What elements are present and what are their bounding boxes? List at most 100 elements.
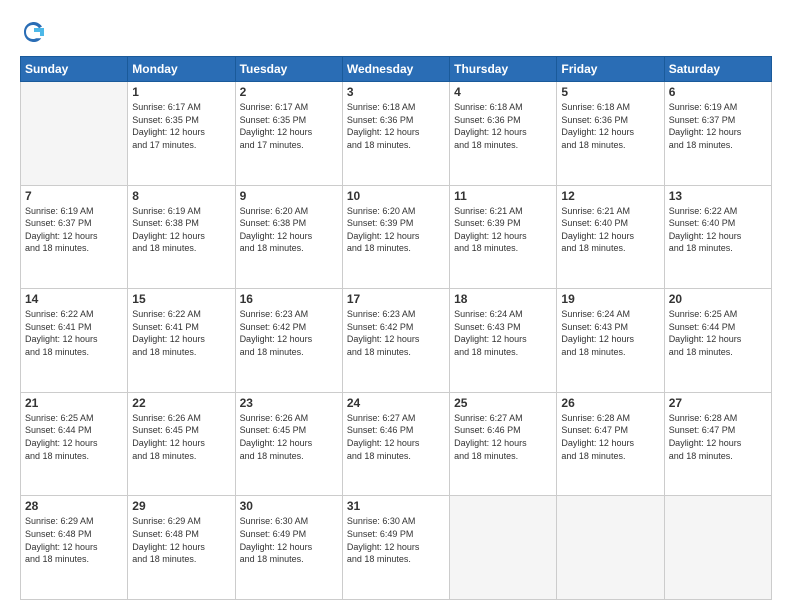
day-number: 25: [454, 396, 552, 410]
calendar-day-cell: 9Sunrise: 6:20 AM Sunset: 6:38 PM Daylig…: [235, 185, 342, 289]
day-info: Sunrise: 6:17 AM Sunset: 6:35 PM Dayligh…: [132, 101, 230, 151]
day-info: Sunrise: 6:19 AM Sunset: 6:38 PM Dayligh…: [132, 205, 230, 255]
calendar-day-cell: [557, 496, 664, 600]
calendar-day-cell: 22 Sunrise: 6:26 AM Sunset: 6:45 PM Dayli…: [128, 392, 235, 496]
calendar-day-cell: 24 Sunrise: 6:27 AM Sunset: 6:46 PM Dayli…: [342, 392, 449, 496]
day-info: Sunrise: 6:20 AM Sunset: 6:38 PM Dayligh…: [240, 205, 338, 255]
calendar-day-cell: 5 Sunrise: 6:18 AM Sunset: 6:36 PM Daylig…: [557, 82, 664, 186]
day-number: 5: [561, 85, 659, 99]
day-info: Sunrise: 6:24 AM Sunset: 6:43 PM Dayligh…: [454, 308, 552, 358]
day-info: Sunrise: 6:27 AM Sunset: 6:46 PM Dayligh…: [347, 412, 445, 462]
day-number: 23: [240, 396, 338, 410]
calendar-day-cell: 6 Sunrise: 6:19 AM Sunset: 6:37 PM Daylig…: [664, 82, 771, 186]
calendar-day-cell: 11 Sunrise: 6:21 AM Sunset: 6:39 PM Dayli…: [450, 185, 557, 289]
day-info: Sunrise: 6:29 AM Sunset: 6:48 PM Dayligh…: [132, 515, 230, 565]
day-info: Sunrise: 6:18 AM Sunset: 6:36 PM Dayligh…: [347, 101, 445, 151]
day-number: 15: [132, 292, 230, 306]
calendar-day-cell: 7 Sunrise: 6:19 AM Sunset: 6:37 PM Daylig…: [21, 185, 128, 289]
calendar-day-cell: 17Sunrise: 6:23 AM Sunset: 6:42 PM Dayli…: [342, 289, 449, 393]
day-number: 22: [132, 396, 230, 410]
calendar-day-cell: [664, 496, 771, 600]
calendar-day-cell: 2 Sunrise: 6:17 AM Sunset: 6:35 PM Daylig…: [235, 82, 342, 186]
day-number: 27: [669, 396, 767, 410]
calendar-day-header: Wednesday: [342, 57, 449, 82]
logo: [20, 18, 52, 46]
day-info: Sunrise: 6:17 AM Sunset: 6:35 PM Dayligh…: [240, 101, 338, 151]
day-info: Sunrise: 6:23 AM Sunset: 6:42 PM Dayligh…: [347, 308, 445, 358]
calendar-week-row: 14 Sunrise: 6:22 AM Sunset: 6:41 PM Dayli…: [21, 289, 772, 393]
calendar-day-cell: [450, 496, 557, 600]
calendar-day-cell: 31 Sunrise: 6:30 AM Sunset: 6:49 PM Dayli…: [342, 496, 449, 600]
calendar-day-cell: 28 Sunrise: 6:29 AM Sunset: 6:48 PM Dayli…: [21, 496, 128, 600]
day-number: 7: [25, 189, 123, 203]
page: SundayMondayTuesdayWednesdayThursdayFrid…: [0, 0, 792, 612]
day-info: Sunrise: 6:26 AM Sunset: 6:45 PM Dayligh…: [132, 412, 230, 462]
calendar-day-header: Saturday: [664, 57, 771, 82]
calendar-week-row: 1Sunrise: 6:17 AM Sunset: 6:35 PM Daylig…: [21, 82, 772, 186]
day-number: 29: [132, 499, 230, 513]
calendar-day-cell: 4Sunrise: 6:18 AM Sunset: 6:36 PM Daylig…: [450, 82, 557, 186]
calendar-day-cell: 30Sunrise: 6:30 AM Sunset: 6:49 PM Dayli…: [235, 496, 342, 600]
calendar-day-cell: 21 Sunrise: 6:25 AM Sunset: 6:44 PM Dayli…: [21, 392, 128, 496]
day-info: Sunrise: 6:22 AM Sunset: 6:41 PM Dayligh…: [25, 308, 123, 358]
calendar-day-cell: 12 Sunrise: 6:21 AM Sunset: 6:40 PM Dayli…: [557, 185, 664, 289]
calendar-day-cell: 25Sunrise: 6:27 AM Sunset: 6:46 PM Dayli…: [450, 392, 557, 496]
calendar-day-cell: 19 Sunrise: 6:24 AM Sunset: 6:43 PM Dayli…: [557, 289, 664, 393]
day-number: 13: [669, 189, 767, 203]
calendar-day-header: Tuesday: [235, 57, 342, 82]
day-number: 4: [454, 85, 552, 99]
day-info: Sunrise: 6:18 AM Sunset: 6:36 PM Dayligh…: [561, 101, 659, 151]
calendar-day-cell: 23 Sunrise: 6:26 AM Sunset: 6:45 PM Dayli…: [235, 392, 342, 496]
calendar-week-row: 21 Sunrise: 6:25 AM Sunset: 6:44 PM Dayli…: [21, 392, 772, 496]
calendar-day-cell: 15 Sunrise: 6:22 AM Sunset: 6:41 PM Dayli…: [128, 289, 235, 393]
day-number: 14: [25, 292, 123, 306]
day-number: 26: [561, 396, 659, 410]
day-number: 28: [25, 499, 123, 513]
calendar-header-row: SundayMondayTuesdayWednesdayThursdayFrid…: [21, 57, 772, 82]
day-number: 10: [347, 189, 445, 203]
calendar-table: SundayMondayTuesdayWednesdayThursdayFrid…: [20, 56, 772, 600]
day-number: 19: [561, 292, 659, 306]
calendar-day-cell: 14 Sunrise: 6:22 AM Sunset: 6:41 PM Dayli…: [21, 289, 128, 393]
day-number: 2: [240, 85, 338, 99]
day-info: Sunrise: 6:26 AM Sunset: 6:45 PM Dayligh…: [240, 412, 338, 462]
calendar-day-header: Sunday: [21, 57, 128, 82]
day-info: Sunrise: 6:22 AM Sunset: 6:40 PM Dayligh…: [669, 205, 767, 255]
day-info: Sunrise: 6:21 AM Sunset: 6:40 PM Dayligh…: [561, 205, 659, 255]
calendar-day-cell: 16Sunrise: 6:23 AM Sunset: 6:42 PM Dayli…: [235, 289, 342, 393]
day-info: Sunrise: 6:19 AM Sunset: 6:37 PM Dayligh…: [25, 205, 123, 255]
day-number: 24: [347, 396, 445, 410]
day-info: Sunrise: 6:20 AM Sunset: 6:39 PM Dayligh…: [347, 205, 445, 255]
day-info: Sunrise: 6:28 AM Sunset: 6:47 PM Dayligh…: [669, 412, 767, 462]
day-info: Sunrise: 6:19 AM Sunset: 6:37 PM Dayligh…: [669, 101, 767, 151]
calendar-day-cell: 20 Sunrise: 6:25 AM Sunset: 6:44 PM Dayli…: [664, 289, 771, 393]
day-number: 11: [454, 189, 552, 203]
day-info: Sunrise: 6:25 AM Sunset: 6:44 PM Dayligh…: [669, 308, 767, 358]
day-number: 21: [25, 396, 123, 410]
calendar-day-cell: 27 Sunrise: 6:28 AM Sunset: 6:47 PM Dayli…: [664, 392, 771, 496]
calendar-day-cell: 18Sunrise: 6:24 AM Sunset: 6:43 PM Dayli…: [450, 289, 557, 393]
day-info: Sunrise: 6:30 AM Sunset: 6:49 PM Dayligh…: [347, 515, 445, 565]
calendar-day-cell: 29 Sunrise: 6:29 AM Sunset: 6:48 PM Dayli…: [128, 496, 235, 600]
calendar-day-header: Monday: [128, 57, 235, 82]
day-number: 3: [347, 85, 445, 99]
day-info: Sunrise: 6:24 AM Sunset: 6:43 PM Dayligh…: [561, 308, 659, 358]
day-info: Sunrise: 6:23 AM Sunset: 6:42 PM Dayligh…: [240, 308, 338, 358]
day-info: Sunrise: 6:21 AM Sunset: 6:39 PM Dayligh…: [454, 205, 552, 255]
day-info: Sunrise: 6:25 AM Sunset: 6:44 PM Dayligh…: [25, 412, 123, 462]
logo-icon: [20, 18, 48, 46]
day-number: 31: [347, 499, 445, 513]
calendar-day-cell: 10 Sunrise: 6:20 AM Sunset: 6:39 PM Dayli…: [342, 185, 449, 289]
day-number: 12: [561, 189, 659, 203]
day-number: 30: [240, 499, 338, 513]
calendar-day-cell: 13 Sunrise: 6:22 AM Sunset: 6:40 PM Dayli…: [664, 185, 771, 289]
day-info: Sunrise: 6:22 AM Sunset: 6:41 PM Dayligh…: [132, 308, 230, 358]
calendar-week-row: 7 Sunrise: 6:19 AM Sunset: 6:37 PM Daylig…: [21, 185, 772, 289]
calendar-day-header: Thursday: [450, 57, 557, 82]
day-number: 20: [669, 292, 767, 306]
day-number: 6: [669, 85, 767, 99]
day-info: Sunrise: 6:28 AM Sunset: 6:47 PM Dayligh…: [561, 412, 659, 462]
calendar-week-row: 28 Sunrise: 6:29 AM Sunset: 6:48 PM Dayli…: [21, 496, 772, 600]
day-info: Sunrise: 6:29 AM Sunset: 6:48 PM Dayligh…: [25, 515, 123, 565]
calendar-day-cell: 3 Sunrise: 6:18 AM Sunset: 6:36 PM Daylig…: [342, 82, 449, 186]
